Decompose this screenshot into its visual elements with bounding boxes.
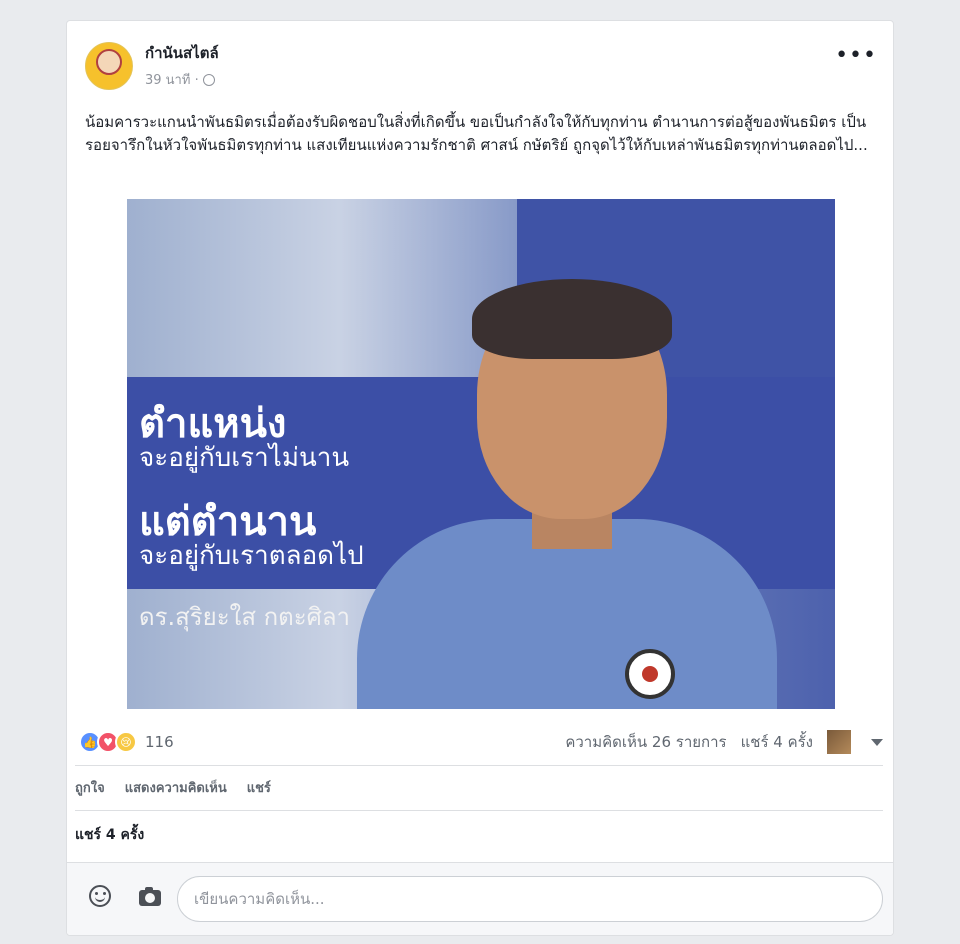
- share-count[interactable]: แชร์ 4 ครั้ง: [741, 730, 813, 754]
- comment-button[interactable]: แสดงความคิดเห็น: [125, 777, 227, 798]
- emoji-icon[interactable]: [89, 885, 111, 907]
- post-stats: ความคิดเห็น 26 รายการ แชร์ 4 ครั้ง: [565, 730, 883, 754]
- share-button[interactable]: แชร์: [247, 777, 271, 798]
- like-button[interactable]: ถูกใจ: [75, 777, 105, 798]
- globe-icon: [202, 73, 215, 86]
- reactions-bar: 👍 ♥ 😢 116 ความคิดเห็น 26 รายการ แชร์ 4 ค…: [79, 727, 883, 757]
- hair: [472, 279, 672, 359]
- photo-text-line5: ดร.สุริยะใส กตะศิลา: [139, 603, 351, 631]
- photo-text-line4: จะอยู่กับเราตลอดไป: [139, 541, 364, 571]
- more-options-button[interactable]: •••: [835, 45, 877, 67]
- person-figure: [357, 249, 777, 709]
- sad-icon: 😢: [115, 731, 137, 753]
- action-bar: ถูกใจ แสดงความคิดเห็น แชร์: [75, 777, 271, 798]
- caret-down-icon[interactable]: [871, 738, 883, 746]
- viewer-avatar-icon[interactable]: [827, 730, 851, 754]
- reaction-icons[interactable]: 👍 ♥ 😢: [79, 731, 137, 753]
- page-avatar[interactable]: [85, 41, 133, 90]
- photo-text-line2: จะอยู่กับเราไม่นาน: [139, 443, 350, 473]
- post-meta: กำนันสไตล์ 39 นาที ·: [145, 41, 219, 90]
- post-text: น้อมคารวะแกนนำพันธมิตรเมื่อต้องรับผิดชอบ…: [85, 113, 868, 154]
- post-time[interactable]: 39 นาที ·: [145, 69, 199, 90]
- camera-icon[interactable]: [139, 887, 161, 906]
- comment-count[interactable]: ความคิดเห็น 26 รายการ: [565, 730, 726, 754]
- post-card: กำนันสไตล์ 39 นาที · ••• น้อมคารวะแกนนำพ…: [66, 20, 894, 936]
- comment-input[interactable]: [177, 876, 883, 922]
- divider: [75, 765, 883, 766]
- shirt-logo: [625, 649, 675, 699]
- shares-line[interactable]: แชร์ 4 ครั้ง: [75, 824, 144, 846]
- avatar-face: [96, 48, 122, 75]
- time-row: 39 นาที ·: [145, 69, 219, 90]
- page-name[interactable]: กำนันสไตล์: [145, 41, 219, 65]
- comment-area: [67, 862, 893, 935]
- divider: [75, 810, 883, 811]
- post-photo[interactable]: ตำแหน่ง จะอยู่กับเราไม่นาน แต่ตำนาน จะอย…: [127, 199, 835, 709]
- post-header: กำนันสไตล์ 39 นาที ·: [85, 41, 219, 90]
- reaction-count[interactable]: 116: [145, 733, 174, 751]
